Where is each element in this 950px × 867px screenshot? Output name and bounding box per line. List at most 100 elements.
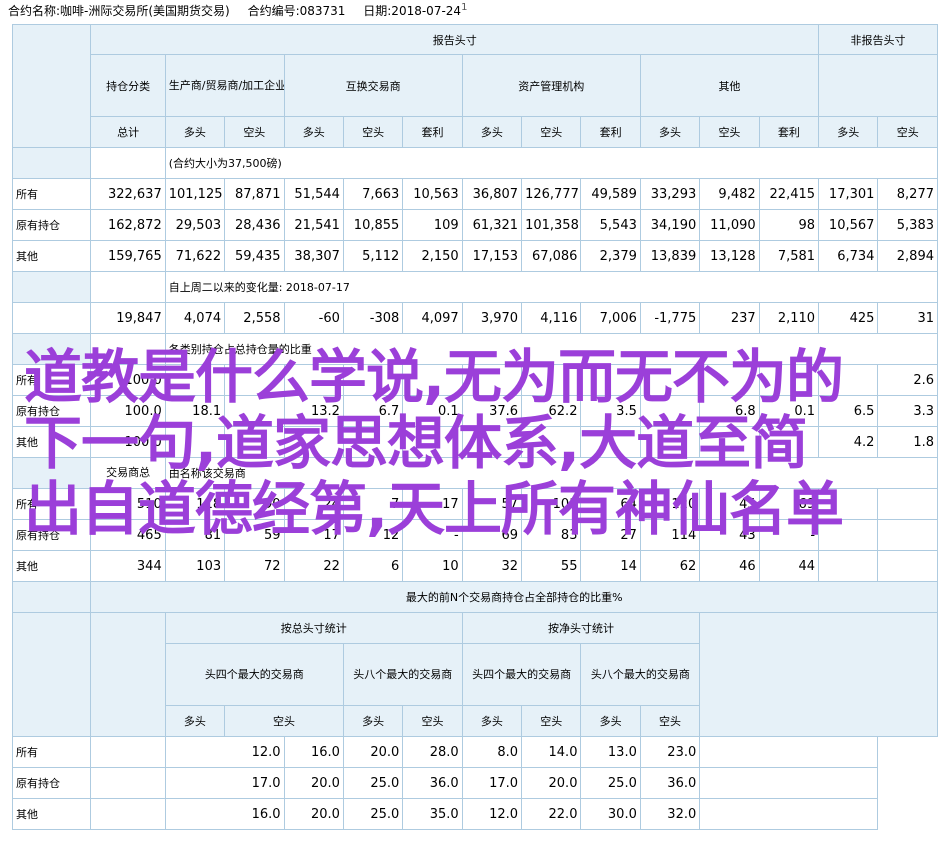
other-spread-header: 套利	[758, 116, 820, 148]
table-row: 所有 322,637 101,125 87,871 51,544 7,663 10,563 3…	[11, 178, 938, 210]
value-cell	[224, 395, 285, 427]
value-cell: 4,074	[164, 302, 226, 334]
value-cell: 6,734	[818, 240, 879, 272]
value-cell: 13.2	[283, 395, 344, 427]
gross-top8-header: 头八个最大的交易商	[342, 643, 463, 706]
value-cell	[342, 364, 404, 396]
value-cell: 4.2	[818, 426, 879, 458]
value-cell	[461, 426, 523, 458]
value-cell: 59,435	[224, 240, 285, 272]
value-cell: 159,765	[90, 240, 166, 272]
value-cell: 64	[580, 488, 641, 520]
value-cell: 37.6	[461, 395, 523, 427]
table-row: 其他 100.0 4.2 1.8	[11, 426, 938, 458]
value-cell: 83	[521, 519, 582, 551]
spacer-cell	[90, 736, 166, 768]
other-long-header: 多头	[639, 116, 701, 148]
value-cell: 2,379	[580, 240, 641, 272]
concentration-header: 最大的前N个交易商持仓占全部持仓的比重%	[90, 581, 938, 613]
value-cell: 13,839	[639, 240, 701, 272]
value-cell: 10,855	[342, 209, 404, 241]
value-cell: 2,110	[758, 302, 820, 334]
value-cell: 43	[699, 519, 760, 551]
value-cell: 114	[639, 519, 701, 551]
value-cell: 34,190	[639, 209, 701, 241]
value-cell: 2,150	[402, 240, 463, 272]
value-cell: 7,006	[580, 302, 641, 334]
value-cell: 11,090	[699, 209, 760, 241]
swap-header: 互换交易商	[283, 54, 463, 117]
value-cell: 126,777	[521, 178, 582, 210]
table-row: 19,847 4,074 2,558 -60 -308 4,097 3,970 4,116 7,…	[11, 302, 938, 334]
section-spacer	[90, 271, 166, 303]
value-cell: 0.1	[758, 395, 820, 427]
value-cell: 10	[402, 550, 463, 582]
value-cell: 28,436	[224, 209, 285, 241]
value-cell: 14	[580, 550, 641, 582]
report-header: 合约名称:咖啡-洲际交易所(美国期货交易) 合约编号:083731 日期:201…	[8, 0, 467, 22]
value-cell: 25.0	[342, 767, 404, 799]
reportable-header: 报告头寸	[90, 24, 820, 55]
value-cell: 6.7	[342, 395, 404, 427]
value-cell: 103	[164, 550, 226, 582]
table-row: 所有 100.0 2.6	[11, 364, 938, 396]
value-cell: 71,622	[164, 240, 226, 272]
value-cell: 17,153	[461, 240, 523, 272]
value-cell: 100.0	[90, 395, 166, 427]
value-cell: 62.2	[521, 395, 582, 427]
value-cell: -	[402, 519, 463, 551]
value-cell: 20.0	[342, 736, 404, 768]
value-cell: 17.0	[164, 767, 285, 799]
value-cell	[818, 519, 879, 551]
row-label	[11, 302, 92, 334]
footnote-marker: 1	[461, 2, 468, 13]
value-cell: 4,116	[521, 302, 582, 334]
gross-top8-long-header: 多头	[342, 705, 404, 737]
value-cell: 17	[402, 488, 463, 520]
value-cell: 344	[90, 550, 166, 582]
value-cell: 7,581	[758, 240, 820, 272]
value-cell: 2,558	[224, 302, 285, 334]
value-cell: 25.0	[342, 798, 404, 830]
corner-cell	[11, 24, 92, 148]
pct-oi-note: 各类别持仓占总持仓量的比重	[164, 333, 939, 365]
row-label: 其他	[11, 798, 92, 830]
row-label: 原有持仓	[11, 767, 92, 799]
value-cell: 322,637	[90, 178, 166, 210]
value-cell	[639, 395, 701, 427]
value-cell	[521, 364, 582, 396]
producer-long-header: 多头	[164, 116, 226, 148]
mm-short-header: 空头	[521, 116, 582, 148]
section-spacer	[90, 333, 166, 365]
value-cell: 13,128	[699, 240, 760, 272]
value-cell: 8,277	[877, 178, 938, 210]
section-spacer	[11, 457, 92, 489]
table-row: 原有持仓 100.0 18.1 13.2 6.7 0.1 37.6 62.2 3.5 6.8 0.1…	[11, 395, 938, 427]
value-cell: 4,097	[402, 302, 463, 334]
value-cell: 5,112	[342, 240, 404, 272]
value-cell: 36.0	[402, 767, 463, 799]
mm-spread-header: 套利	[580, 116, 641, 148]
value-cell: 98	[758, 209, 820, 241]
other-short-header: 空头	[699, 116, 760, 148]
net-top4-long-header: 多头	[461, 705, 523, 737]
row-label: 原有持仓	[11, 519, 92, 551]
net-top8-short-header: 空头	[639, 705, 701, 737]
value-cell: 59	[224, 519, 285, 551]
nonreportable-subheader	[818, 54, 938, 117]
value-cell	[224, 364, 285, 396]
value-cell: 32	[461, 550, 523, 582]
table-row: 原有持仓 162,872 29,503 28,436 21,541 10,855 109 61…	[11, 209, 938, 241]
value-cell: 62	[639, 550, 701, 582]
table-row: 其他 159,765 71,622 59,435 38,307 5,112 2,150 17,…	[11, 240, 938, 272]
value-cell: 21,541	[283, 209, 344, 241]
value-cell: 12	[342, 519, 404, 551]
section-spacer	[11, 333, 92, 365]
value-cell: 51,544	[283, 178, 344, 210]
section-spacer	[11, 612, 92, 737]
spacer-cell	[90, 798, 166, 830]
value-cell	[877, 550, 938, 582]
section-spacer	[11, 271, 92, 303]
value-cell: 425	[818, 302, 879, 334]
value-cell: 100.0	[90, 364, 166, 396]
